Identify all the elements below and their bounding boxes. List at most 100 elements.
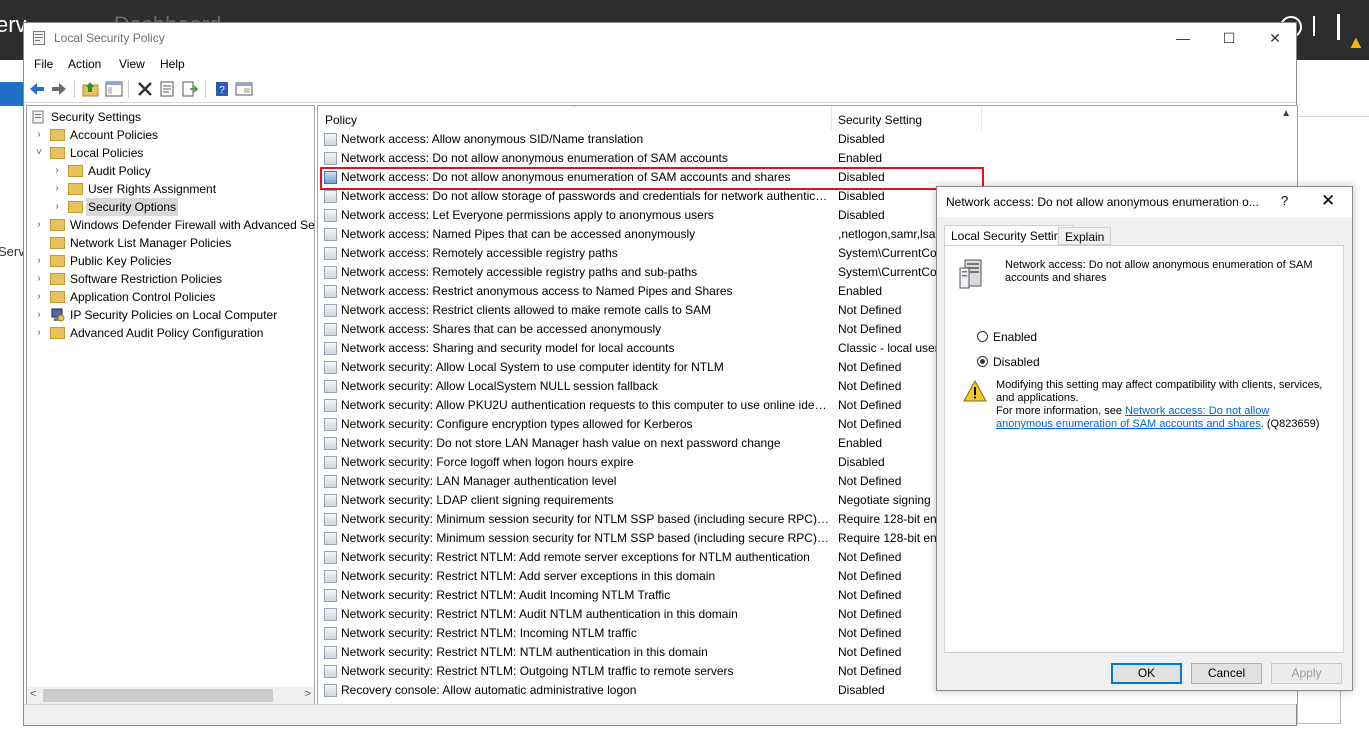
back-arrow-icon[interactable]	[28, 80, 46, 98]
chevron-right-icon[interactable]: ›	[33, 252, 45, 270]
policy-icon	[324, 456, 337, 469]
tree-item-audit-policy[interactable]: › Audit Policy	[51, 162, 311, 180]
tree-item-advanced-audit[interactable]: › Advanced Audit Policy Configuration	[33, 324, 293, 342]
dialog-titlebar[interactable]: Network access: Do not allow anonymous e…	[937, 187, 1352, 217]
policy-row[interactable]: Network access: Allow anonymous SID/Name…	[318, 130, 1288, 149]
tree-item-local-policies[interactable]: ˅ Local Policies	[33, 144, 293, 162]
window-title: Local Security Policy	[54, 31, 165, 45]
menu-view[interactable]: View	[119, 57, 145, 71]
flag-icon[interactable]	[1337, 14, 1340, 40]
tree-item-software-restriction[interactable]: › Software Restriction Policies	[33, 270, 293, 288]
policy-icon	[324, 152, 337, 165]
policy-icon	[324, 627, 337, 640]
dialog-close-button[interactable]: ✕	[1321, 191, 1335, 211]
show-console-icon[interactable]	[235, 80, 253, 98]
policy-name: Network access: Remotely accessible regi…	[341, 246, 618, 260]
chevron-down-icon[interactable]: ˅	[33, 144, 45, 162]
chevron-right-icon[interactable]: ›	[33, 216, 45, 234]
chevron-right-icon[interactable]: ›	[33, 306, 45, 324]
policy-icon	[324, 437, 337, 450]
policy-setting: Negotiate signing	[838, 493, 931, 507]
tab-explain[interactable]: Explain	[1058, 227, 1112, 245]
policy-icon	[324, 361, 337, 374]
apply-button[interactable]: Apply	[1271, 663, 1342, 684]
scroll-up-icon[interactable]: ▲	[1281, 108, 1291, 119]
policy-icon	[324, 418, 337, 431]
chevron-right-icon[interactable]: ›	[33, 288, 45, 306]
menu-file[interactable]: File	[34, 57, 53, 71]
policy-icon	[324, 209, 337, 222]
chevron-right-icon[interactable]: ›	[51, 162, 63, 180]
policy-name: Network access: Restrict clients allowed…	[341, 303, 712, 317]
dialog-tab-content: Network access: Do not allow anonymous e…	[944, 245, 1344, 653]
menu-action[interactable]: Action	[68, 57, 101, 71]
tree-item-user-rights-assignment[interactable]: › User Rights Assignment	[51, 180, 311, 198]
more-info-line: For more information, see Network access…	[996, 405, 1326, 431]
policy-setting: Require 128-bit encryption	[838, 512, 938, 526]
policy-row[interactable]: Network access: Do not allow anonymous e…	[318, 149, 1288, 168]
tree-item-application-control[interactable]: › Application Control Policies	[33, 288, 293, 306]
chevron-right-icon[interactable]: ›	[51, 198, 63, 216]
policy-icon	[324, 285, 337, 298]
chevron-right-icon[interactable]: ›	[33, 270, 45, 288]
radio-disabled-circle[interactable]	[977, 356, 988, 367]
column-separator[interactable]	[981, 106, 982, 130]
policy-setting: Not Defined	[838, 474, 902, 488]
policy-icon	[324, 399, 337, 412]
tree-item-public-key-policies[interactable]: › Public Key Policies	[33, 252, 293, 270]
background-nav-selected	[0, 82, 24, 106]
folder-icon	[50, 255, 65, 267]
tree-item-windows-defender-firewall[interactable]: › Windows Defender Firewall with Advance…	[33, 216, 314, 234]
policy-setting: Not Defined	[838, 588, 902, 602]
policy-setting: Not Defined	[838, 664, 902, 678]
column-header-security-setting[interactable]: Security Setting	[838, 113, 922, 127]
toolbar-separator	[74, 80, 75, 98]
menu-help[interactable]: Help	[160, 57, 185, 71]
minimize-button[interactable]: —	[1160, 23, 1206, 53]
help-button[interactable]: ?	[1281, 193, 1288, 208]
close-button[interactable]: ✕	[1252, 23, 1298, 53]
chevron-right-icon[interactable]: ›	[33, 126, 45, 144]
maximize-button[interactable]: ☐	[1206, 23, 1252, 53]
scroll-left-icon[interactable]: <	[30, 688, 36, 700]
export-list-icon[interactable]	[181, 80, 199, 98]
tab-local-security-setting[interactable]: Local Security Setting	[944, 225, 1075, 246]
column-header-policy[interactable]: Policy	[325, 113, 357, 127]
tree-item-account-policies[interactable]: › Account Policies	[33, 126, 293, 144]
show-hide-tree-icon[interactable]	[105, 80, 123, 98]
policy-setting: Not Defined	[838, 417, 902, 431]
policy-name: Network security: Restrict NTLM: NTLM au…	[341, 645, 708, 659]
tree-item-label: Public Key Policies	[70, 254, 172, 268]
window-titlebar[interactable]: Local Security Policy — ☐ ✕	[24, 23, 1296, 54]
policy-name: Network security: Restrict NTLM: Outgoin…	[341, 664, 734, 678]
chevron-right-icon[interactable]: ›	[51, 180, 63, 198]
tree-item-label: Application Control Policies	[70, 290, 216, 304]
up-folder-icon[interactable]	[82, 80, 100, 98]
tree-item-security-settings[interactable]: Security Settings	[31, 108, 291, 126]
column-separator[interactable]	[831, 106, 832, 130]
forward-arrow-icon[interactable]	[50, 80, 68, 98]
policy-name: Network security: Configure encryption t…	[341, 417, 693, 431]
delete-icon[interactable]	[136, 80, 154, 98]
tree-item-ip-security[interactable]: › IP Security Policies on Local Computer	[33, 306, 293, 324]
tree-pane[interactable]: Security Settings › Account Policies ˅ L…	[26, 105, 315, 705]
tree-item-label: Software Restriction Policies	[70, 272, 223, 286]
radio-enabled-circle[interactable]	[977, 331, 988, 342]
scroll-right-icon[interactable]: >	[305, 688, 311, 700]
help-book-icon[interactable]: ?	[213, 80, 231, 98]
policy-setting: Enabled	[838, 436, 883, 450]
policy-icon	[324, 228, 337, 241]
tree-horizontal-scrollbar[interactable]: < >	[27, 687, 314, 704]
policy-row[interactable]: Network access: Do not allow anonymous e…	[318, 168, 1288, 187]
tree-item-security-options[interactable]: › Security Options	[51, 198, 311, 216]
policy-icon	[324, 304, 337, 317]
properties-icon[interactable]	[158, 80, 176, 98]
tree-item-label: Account Policies	[70, 128, 159, 142]
cancel-button[interactable]: Cancel	[1191, 663, 1262, 684]
chevron-right-icon[interactable]: ›	[33, 324, 45, 342]
folder-icon	[50, 291, 65, 303]
scrollbar-thumb[interactable]	[43, 689, 273, 702]
tree-item-network-list-manager[interactable]: Network List Manager Policies	[33, 234, 293, 252]
ok-button[interactable]: OK	[1111, 663, 1182, 684]
policy-icon	[324, 532, 337, 545]
